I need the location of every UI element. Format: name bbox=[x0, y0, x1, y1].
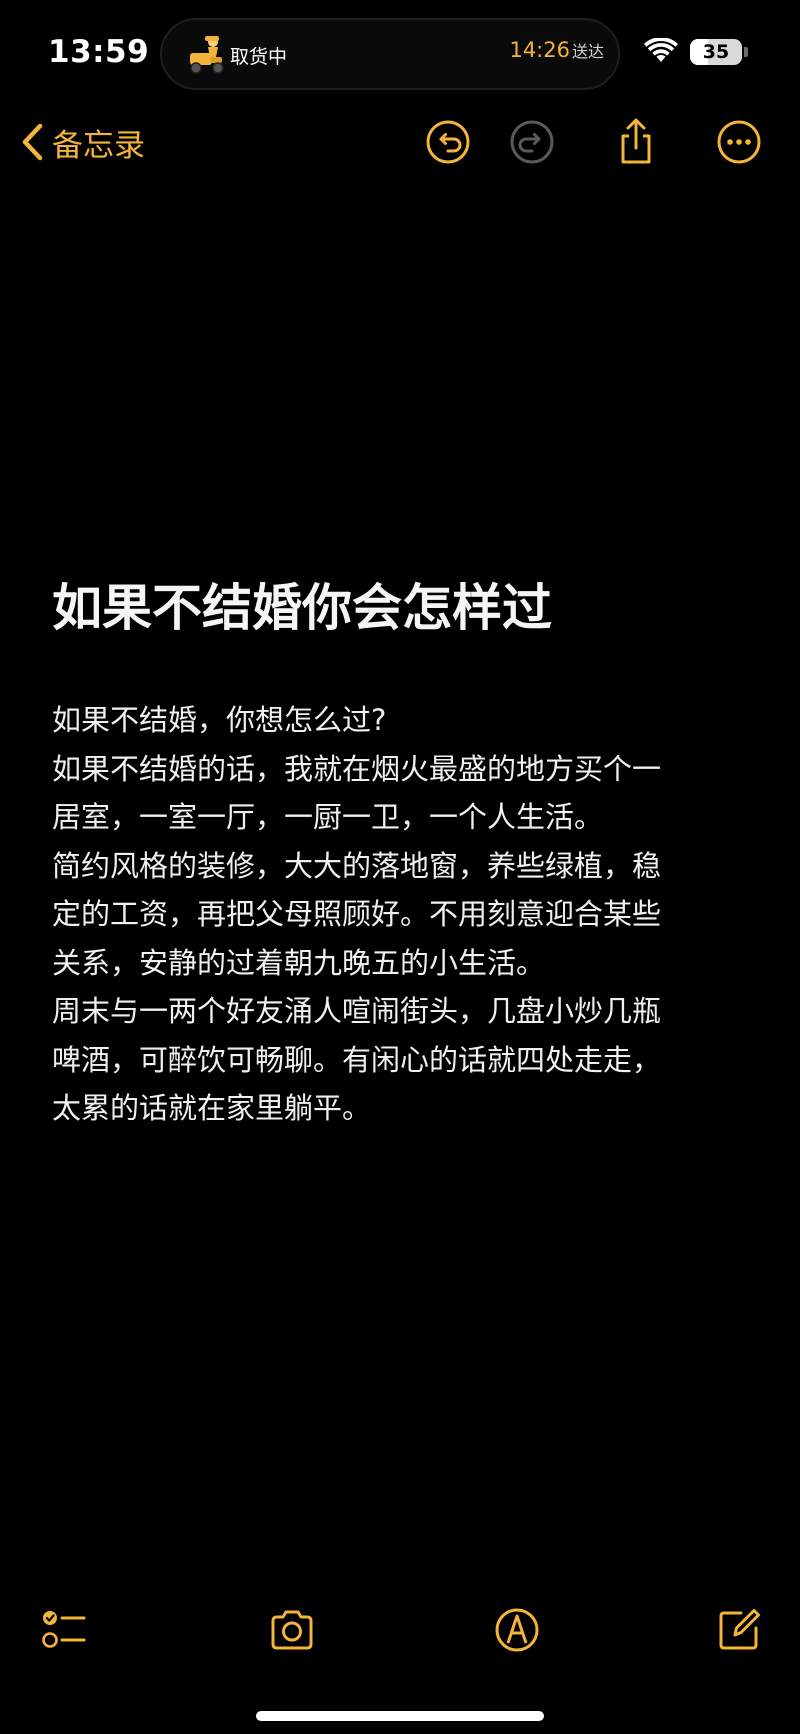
share-icon[interactable] bbox=[612, 118, 660, 166]
note-line: 太累的话就在家里躺平。 bbox=[52, 1091, 372, 1125]
live-activity-status: 取货中 bbox=[230, 46, 288, 68]
back-label: 备忘录 bbox=[52, 127, 145, 164]
dynamic-island-live-activity[interactable]: 取货中 14:26 送达 bbox=[160, 18, 620, 90]
compose-icon[interactable] bbox=[715, 1606, 763, 1654]
live-activity-eta: 14:26 送达 bbox=[509, 38, 604, 62]
bottom-toolbar bbox=[0, 1600, 800, 1660]
undo-icon[interactable] bbox=[424, 118, 472, 166]
note-line: 简约风格的装修，大大的落地窗，养些绿植，稳 bbox=[52, 848, 662, 883]
note-line: 关系，安静的过着朝九晚五的小生活。 bbox=[52, 945, 546, 980]
battery-cap bbox=[744, 47, 748, 57]
checklist-icon[interactable] bbox=[40, 1606, 88, 1654]
note-line: 定的工资，再把父母照顾好。不用刻意迎合某些 bbox=[52, 897, 662, 931]
status-time: 13:59 bbox=[48, 34, 150, 70]
note-body[interactable]: 如果不结婚，你想怎么过? 如果不结婚的话，我就在烟火最盛的地方买个一 居室，一室… bbox=[52, 696, 742, 1133]
eta-label: 送达 bbox=[571, 42, 604, 61]
courier-scooter-icon bbox=[190, 36, 224, 74]
battery-level-text: 35 bbox=[702, 41, 730, 63]
note-line: 啤酒，可醉饮可畅聊。有闲心的话就四处走走， bbox=[52, 1042, 662, 1077]
note-line: 如果不结婚的话，我就在烟火最盛的地方买个一 bbox=[52, 751, 662, 786]
camera-icon[interactable] bbox=[268, 1606, 316, 1654]
home-indicator[interactable] bbox=[256, 1711, 544, 1721]
note-line: 周末与一两个好友涌人喧闹街头，几盘小炒几瓶 bbox=[52, 994, 662, 1028]
chevron-left-icon bbox=[22, 123, 43, 161]
more-icon[interactable] bbox=[715, 118, 763, 166]
note-line: 如果不结婚，你想怎么过? bbox=[52, 703, 387, 737]
status-bar: 13:59 取货中 14:26 送达 35 bbox=[0, 0, 800, 110]
wifi-icon bbox=[644, 38, 678, 62]
eta-time: 14:26 bbox=[509, 38, 570, 62]
redo-icon[interactable] bbox=[508, 118, 556, 166]
back-button[interactable]: 备忘录 bbox=[20, 116, 145, 168]
battery-icon: 35 bbox=[690, 39, 742, 65]
nav-bar: 备忘录 bbox=[0, 110, 800, 174]
note-title[interactable]: 如果不结婚你会怎样过 bbox=[52, 568, 552, 640]
note-line: 居室，一室一厅，一厨一卫，一个人生活。 bbox=[52, 800, 604, 834]
markup-icon[interactable] bbox=[493, 1606, 541, 1654]
